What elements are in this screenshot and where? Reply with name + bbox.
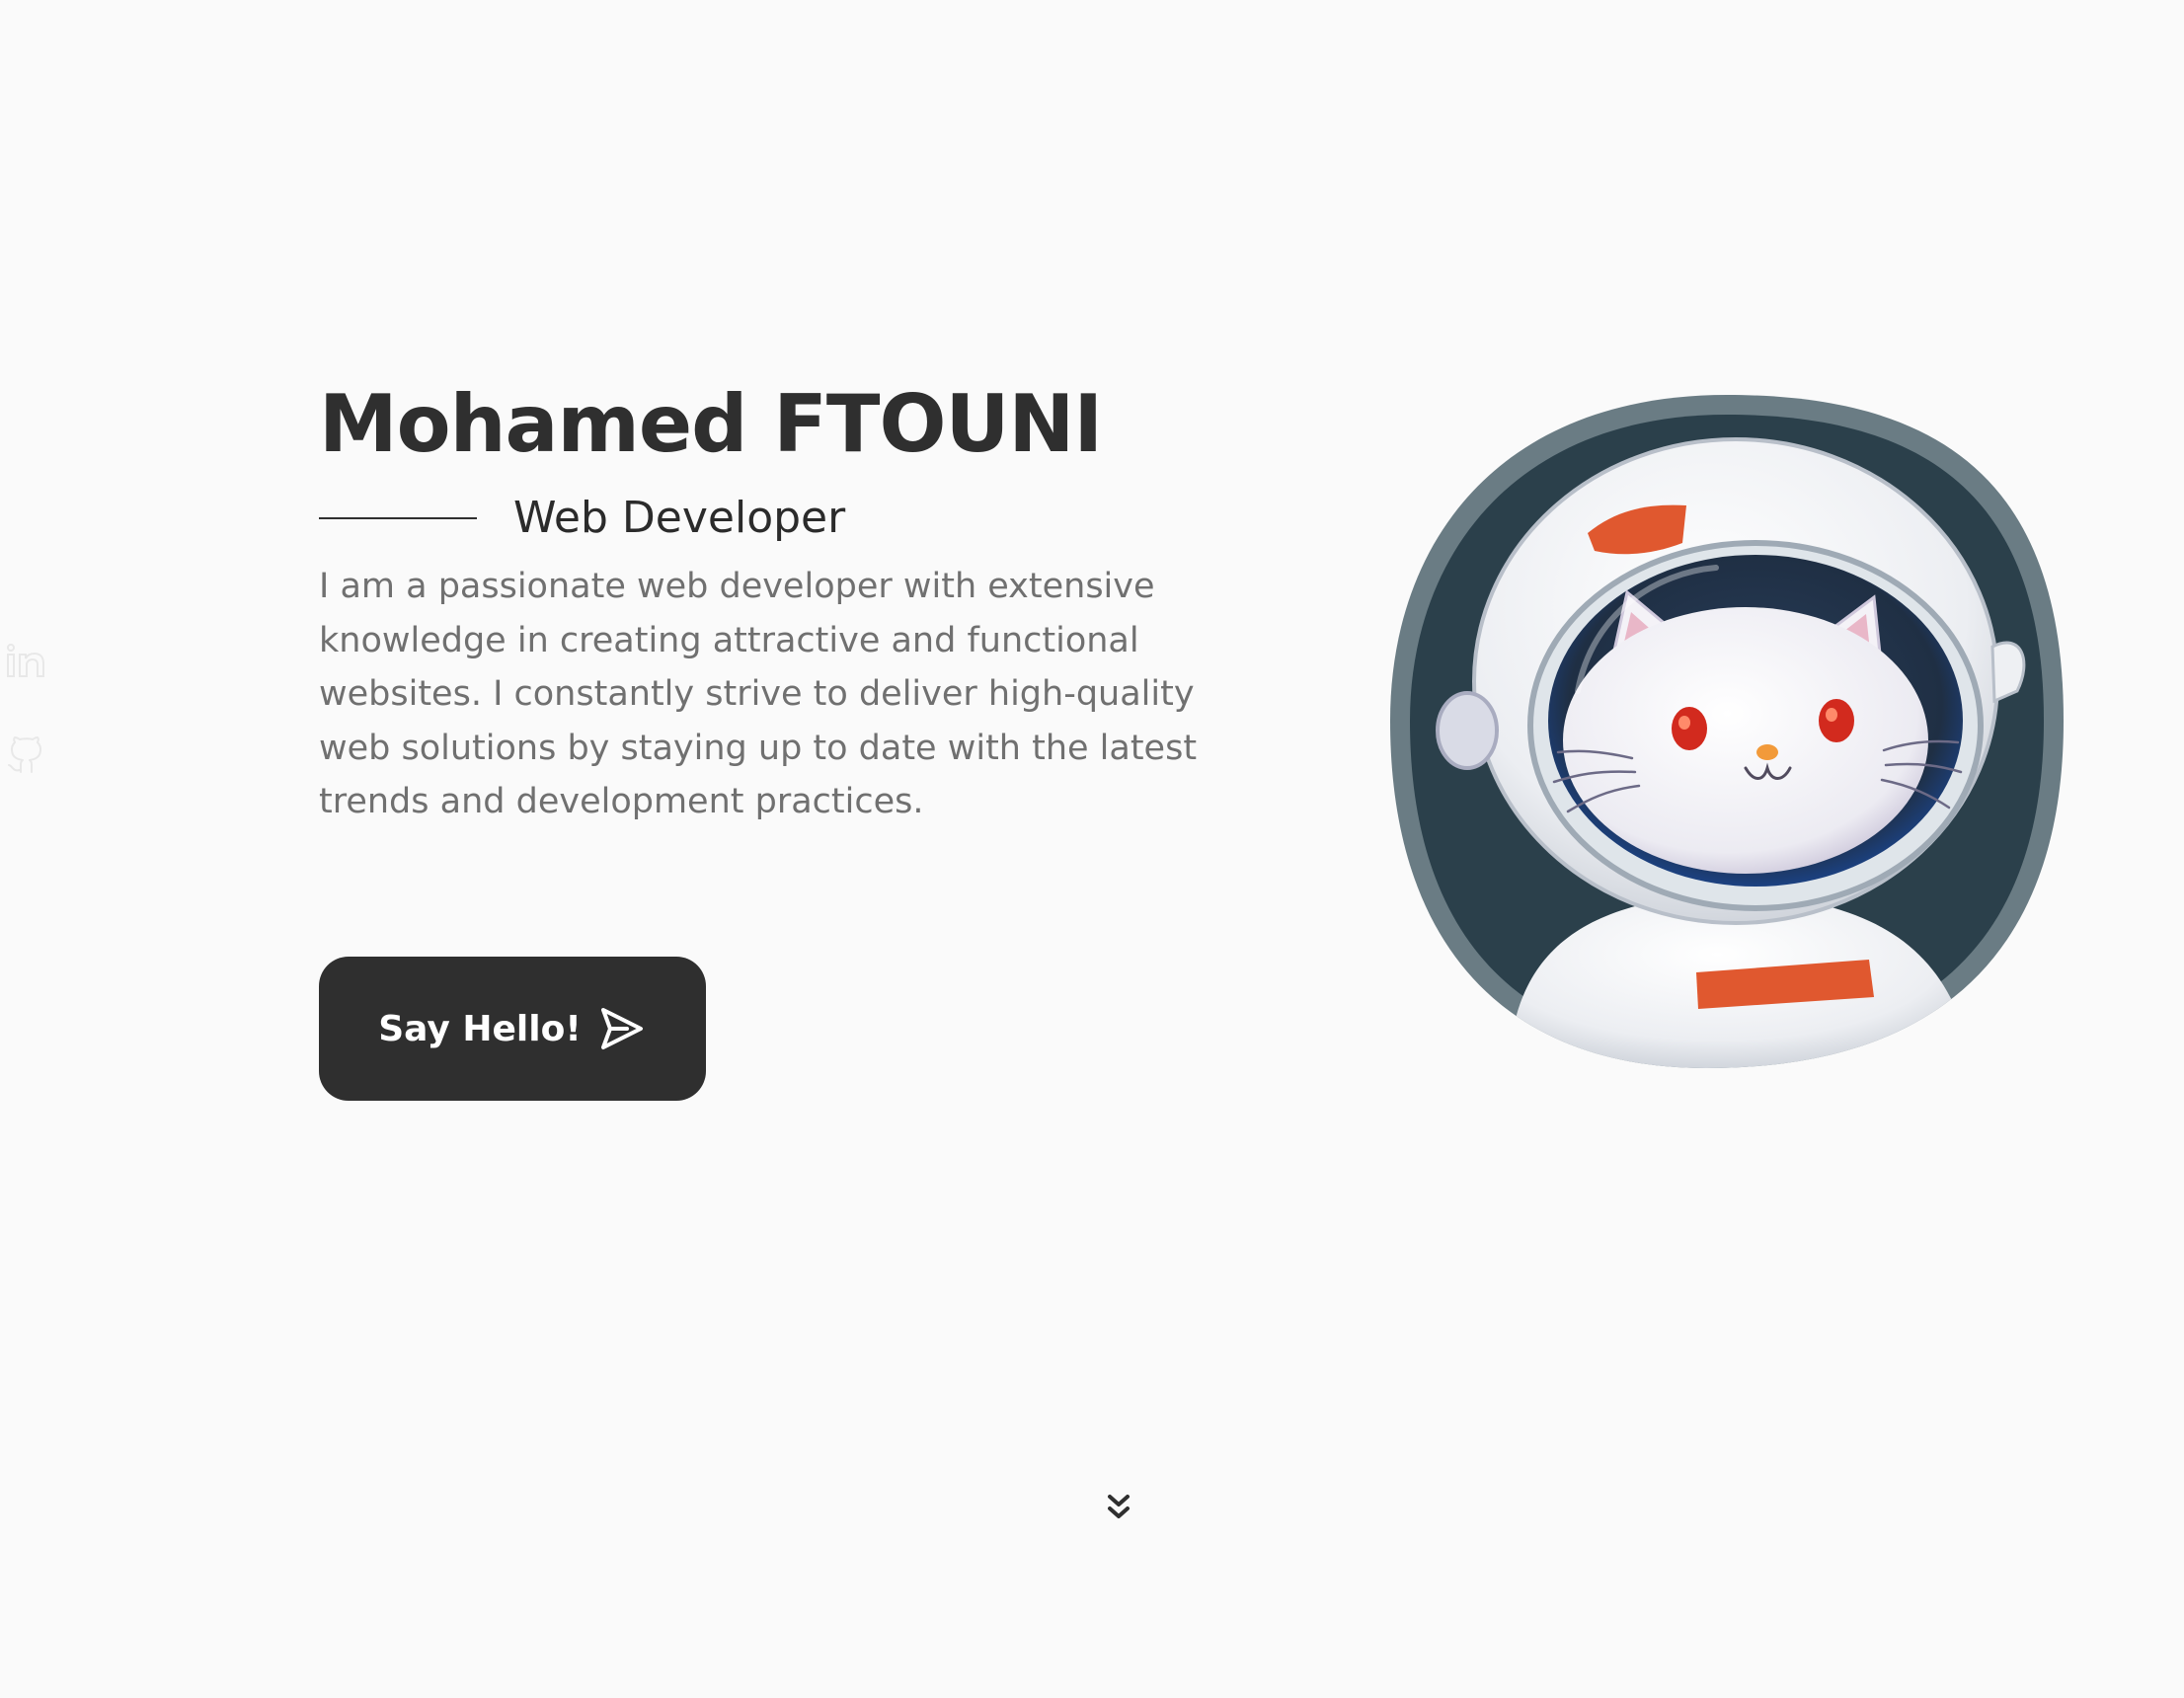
github-icon[interactable] [6, 736, 45, 776]
linkedin-icon[interactable] [6, 642, 45, 681]
cat-head [1563, 607, 1928, 874]
hero-bio: I am a passionate web developer with ext… [319, 567, 1198, 822]
say-hello-label: Say Hello! [378, 1008, 582, 1049]
hero-page: Mohamed FTOUNI Web Developer I am a pass… [0, 0, 2184, 1698]
cat-nose [1756, 744, 1778, 760]
hero-subtitle: Web Developer [513, 493, 846, 543]
send-icon [600, 1008, 643, 1049]
cat-eye-left [1672, 707, 1707, 750]
helmet-knob-left [1436, 691, 1499, 770]
subtitle-row: Web Developer [319, 479, 1257, 558]
say-hello-button[interactable]: Say Hello! [319, 957, 706, 1101]
avatar-image [1390, 395, 2064, 1068]
subtitle-divider [319, 517, 477, 519]
social-links [6, 642, 49, 831]
hero-text: Mohamed FTOUNI Web Developer I am a pass… [319, 370, 1257, 829]
hero-name: Mohamed FTOUNI [319, 378, 1103, 470]
chevrons-down-icon[interactable] [1106, 1493, 1131, 1522]
cat-eye-right [1819, 699, 1854, 742]
